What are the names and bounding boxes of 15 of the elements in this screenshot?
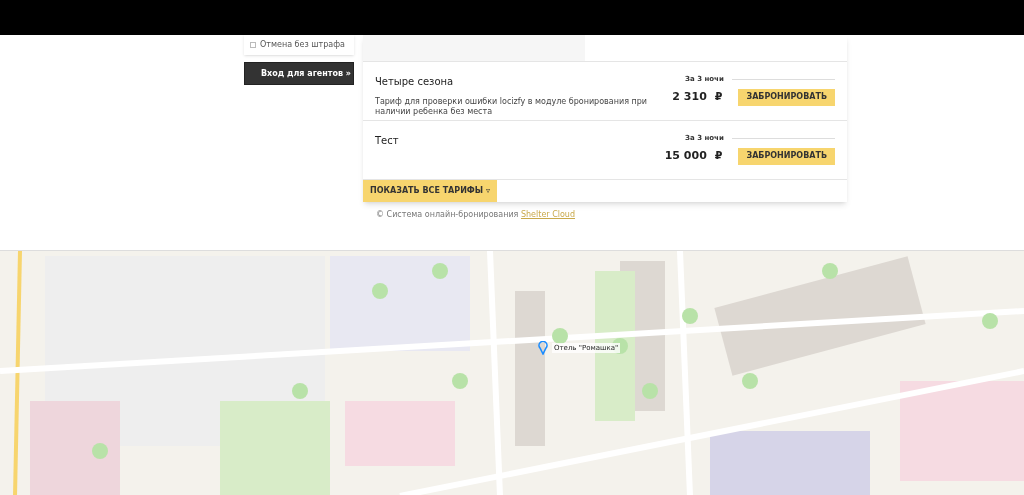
book-button[interactable]: ЗАБРОНИРОВАТЬ: [738, 88, 835, 106]
footer-text: © Система онлайн-бронирования Shelter Cloud: [376, 209, 576, 221]
agent-login-button[interactable]: Вход для агентов »: [244, 62, 354, 85]
book-button[interactable]: ЗАБРОНИРОВАТЬ: [738, 147, 835, 165]
show-all-tariffs-button[interactable]: ПОКАЗАТЬ ВСЕ ТАРИФЫ ▿: [363, 180, 497, 202]
currency: ₽: [714, 88, 723, 105]
tariff-name: Четыре сезона: [375, 75, 455, 89]
tariff-name: Тест: [375, 134, 400, 148]
checkbox[interactable]: [250, 42, 256, 48]
price: 2 310: [672, 88, 707, 105]
price: 15 000: [664, 147, 707, 164]
currency: ₽: [714, 147, 723, 164]
tariff-description: Тариф для проверки ошибки locizfy в модуле бронирования при наличии ребенка без места: [375, 97, 648, 117]
map-pin-icon: [538, 341, 548, 355]
checkbox-label: Отмена без штрафа: [260, 39, 345, 51]
